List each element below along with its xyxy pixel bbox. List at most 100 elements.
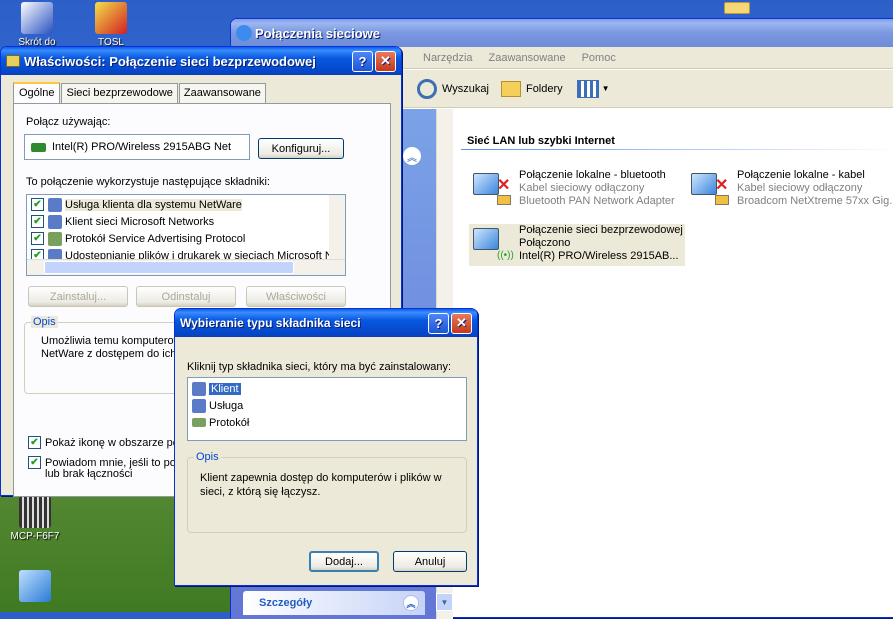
show-icon-checkbox[interactable]: ✔ Pokaż ikonę w obszarze pov xyxy=(28,434,184,451)
close-button[interactable]: ✕ xyxy=(451,312,472,334)
connection-status: Kabel sieciowy odłączony xyxy=(737,182,863,194)
network-icon xyxy=(6,55,20,67)
connect-using-label: Połącz używając: xyxy=(26,116,111,128)
tab-general[interactable]: Ogólne xyxy=(13,82,61,103)
components-label: To połączenie wykorzystuje następujące s… xyxy=(26,176,270,188)
notify-checkbox[interactable]: ✔ Powiadom mnie, jeśli to poła lub brak ł… xyxy=(28,454,184,480)
folders-button[interactable]: Foldery xyxy=(526,83,563,95)
description-line: Klient zapewnia dostęp do komputerów i p… xyxy=(200,472,442,484)
explorer-titlebar[interactable]: Połączenia sieciowe xyxy=(231,19,893,47)
cbr-icon xyxy=(21,2,53,34)
list-item[interactable]: ✔ Klient sieci Microsoft Networks xyxy=(31,213,341,230)
properties-titlebar[interactable]: Właściwości: Połączenie sieci bezprzewod… xyxy=(1,47,401,75)
install-button[interactable]: Zainstaluj... xyxy=(28,286,128,307)
views-icon[interactable] xyxy=(576,79,599,98)
checkbox[interactable]: ✔ xyxy=(31,215,44,228)
window-title: Połączenia sieciowe xyxy=(255,25,381,41)
list-item-protocol[interactable]: Protokół xyxy=(192,414,462,431)
window-title: Właściwości: Połączenie sieci bezprzewod… xyxy=(24,53,316,69)
collapse-button[interactable]: ︽ xyxy=(403,147,421,165)
connection-cable[interactable]: ✕ Połączenie lokalne - kabel Kabel sieci… xyxy=(687,169,893,211)
menu-advanced[interactable]: Zaawansowane xyxy=(489,52,566,64)
network-card-icon xyxy=(31,142,46,152)
network-folder-icon xyxy=(236,25,252,41)
search-icon xyxy=(417,78,437,99)
folder-icon xyxy=(500,80,521,97)
protocol-icon xyxy=(192,418,206,427)
connection-device: Bluetooth PAN Network Adapter xyxy=(519,195,675,207)
tab-strip: Ogólne Sieci bezprzewodowe Zaawansowane xyxy=(13,82,266,103)
red-x-icon: ✕ xyxy=(497,177,511,194)
network-disconnected-icon: ✕ xyxy=(687,169,731,211)
expand-icon[interactable]: ︽ xyxy=(403,595,419,611)
wireless-signal-icon: ((•)) xyxy=(497,250,514,261)
desktop-icon-shortcut[interactable]: Skrót do xyxy=(2,2,72,48)
network-computer-icon xyxy=(19,570,51,602)
add-button[interactable]: Dodaj... xyxy=(309,551,379,572)
description-line: NetWare z dostępem do ich xyxy=(41,348,177,360)
network-disconnected-icon: ✕ xyxy=(469,169,513,211)
protocol-icon xyxy=(48,231,62,246)
list-item-service[interactable]: Usługa xyxy=(192,397,462,414)
connection-device: Intel(R) PRO/Wireless 2915AB... xyxy=(519,250,679,262)
wireless-network-icon: ((•)) xyxy=(469,224,514,266)
horizontal-scrollbar[interactable] xyxy=(27,259,345,275)
dialog-prompt: Kliknij typ składnika sieci, który ma by… xyxy=(187,361,452,373)
connection-device: Broadcom NetXtreme 57xx Gig... xyxy=(737,195,893,207)
tab-advanced[interactable]: Zaawansowane xyxy=(178,83,266,103)
details-panel-header[interactable]: Szczegóły ︽ xyxy=(243,591,425,615)
connection-name: Połączenie sieci bezprzewodowej xyxy=(519,224,683,236)
chevron-down-icon[interactable]: ▼ xyxy=(602,84,610,93)
component-type-list: Klient Usługa Protokół xyxy=(187,377,467,441)
configure-button[interactable]: Konfiguruj... xyxy=(258,138,344,159)
list-item[interactable]: ✔ Usługa klienta dla systemu NetWare xyxy=(31,196,341,213)
uninstall-button[interactable]: Odinstaluj xyxy=(136,286,236,307)
connection-status: Kabel sieciowy odłączony xyxy=(519,182,645,194)
description-line: Umożliwia temu komputerow xyxy=(41,335,182,347)
desktop-icon-label: MCP-F6F7 xyxy=(10,531,60,542)
tab-wireless-networks[interactable]: Sieci bezprzewodowe xyxy=(61,83,178,103)
close-button[interactable]: ✕ xyxy=(375,50,396,72)
search-button[interactable]: Wyszukaj xyxy=(442,83,489,95)
help-button[interactable]: ? xyxy=(352,50,373,72)
details-label: Szczegóły xyxy=(259,597,313,609)
properties-button[interactable]: Właściwości xyxy=(246,286,346,307)
dialog-description-group: Opis Klient zapewnia dostęp do komputeró… xyxy=(187,451,467,533)
menu-tools[interactable]: Narzędzia xyxy=(423,52,473,64)
connection-name: Połączenie lokalne - kabel xyxy=(737,169,865,181)
client-icon xyxy=(192,381,206,396)
desktop-icon-mcp[interactable]: MCP-F6F7 xyxy=(0,496,70,542)
dialog-title: Wybieranie typu składnika sieci xyxy=(180,316,361,330)
description-line: sieci, z którą się łączysz. xyxy=(200,486,321,498)
checkbox[interactable]: ✔ xyxy=(31,232,44,245)
description-label: Opis xyxy=(31,316,58,328)
component-type-dialog: Wybieranie typu składnika sieci ? ✕ Klik… xyxy=(174,308,478,586)
connection-name: Połączenie lokalne - bluetooth xyxy=(519,169,666,181)
help-button[interactable]: ? xyxy=(428,312,449,334)
connection-bluetooth[interactable]: ✕ Połączenie lokalne - bluetooth Kabel s… xyxy=(469,169,675,211)
group-divider xyxy=(461,149,893,150)
dialog-description-label: Opis xyxy=(194,451,221,463)
list-item[interactable]: ✔ Protokół Service Advertising Protocol xyxy=(31,230,341,247)
adapter-name: Intel(R) PRO/Wireless 2915ABG Net xyxy=(52,141,232,153)
group-header: Sieć LAN lub szybki Internet xyxy=(467,135,615,147)
menu-help[interactable]: Pomoc xyxy=(582,52,616,64)
dialog-titlebar[interactable]: Wybieranie typu składnika sieci ? ✕ xyxy=(175,309,477,337)
vertical-scrollbar[interactable] xyxy=(329,195,345,259)
client-icon xyxy=(48,214,62,229)
qsl-icon xyxy=(95,2,127,34)
scroll-down-button[interactable]: ▼ xyxy=(436,593,453,611)
client-icon xyxy=(48,197,62,212)
desktop-icon-network[interactable] xyxy=(0,570,70,605)
components-list: ✔ Usługa klienta dla systemu NetWare ✔ Kli… xyxy=(26,194,346,276)
connection-wireless[interactable]: ((•)) Połączenie sieci bezprzewodowej Po… xyxy=(469,224,685,266)
checkbox[interactable]: ✔ xyxy=(31,198,44,211)
list-item-client[interactable]: Klient xyxy=(192,380,462,397)
folder-icon xyxy=(724,2,750,14)
service-icon xyxy=(192,398,206,413)
red-x-icon: ✕ xyxy=(715,177,729,194)
desktop-icon-tosl[interactable]: TOSL xyxy=(76,2,146,48)
adapter-field: Intel(R) PRO/Wireless 2915ABG Net xyxy=(24,134,250,160)
connection-status: Połączono xyxy=(519,237,571,249)
cancel-button[interactable]: Anuluj xyxy=(393,551,467,572)
